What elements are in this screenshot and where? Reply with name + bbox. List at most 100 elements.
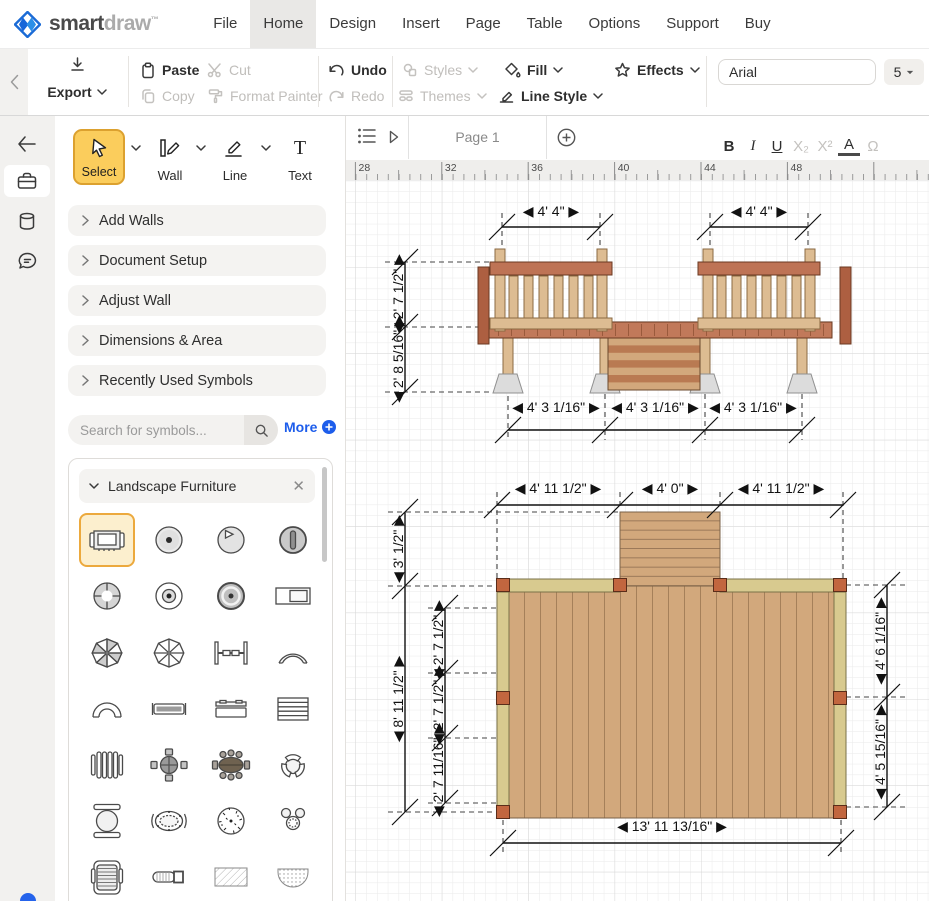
rail-data-button[interactable] — [4, 205, 50, 237]
symbol-oval-table-plants[interactable] — [141, 794, 197, 848]
symbol-search-button[interactable] — [244, 415, 278, 445]
line-tool-button[interactable]: Line — [212, 137, 258, 183]
dim-label[interactable]: ◀ 4' 4" ▶ — [731, 203, 788, 219]
fill-button[interactable]: Fill — [504, 59, 563, 81]
symbol-semicircle-bench[interactable] — [79, 682, 135, 736]
back-button[interactable] — [4, 128, 50, 160]
redo-button[interactable]: Redo — [328, 85, 384, 107]
play-page-icon[interactable] — [389, 130, 399, 144]
symbol-porch-swing-frame[interactable] — [203, 626, 259, 680]
dim-label[interactable]: ◀ 4' 3 1/16" ▶ — [611, 399, 699, 415]
library-header[interactable]: Landscape Furniture ✕ — [79, 469, 315, 503]
themes-button[interactable]: Themes — [398, 85, 487, 107]
menu-table[interactable]: Table — [514, 0, 576, 48]
symbol-picnic-table-side[interactable] — [203, 682, 259, 736]
symbol-petal-chair-set[interactable] — [265, 738, 321, 792]
symbol-table-cluster[interactable] — [265, 794, 321, 848]
symbol-gravel-pad-semicircle[interactable] — [265, 850, 321, 901]
wall-tool-chevron-icon[interactable] — [196, 145, 206, 151]
styles-button[interactable]: Styles — [402, 59, 478, 81]
dim-label[interactable]: ◀ 2' 7 11/16" ▶ — [430, 723, 446, 818]
symbol-gravel-pad-rect[interactable] — [203, 850, 259, 901]
dim-label[interactable]: ◀ 4' 3 1/16" ▶ — [512, 399, 600, 415]
dim-label[interactable]: ◀ 13' 11 13/16" ▶ — [617, 818, 727, 834]
line-style-button[interactable]: Line Style — [498, 85, 603, 107]
symbol-vertical-slat-bench[interactable] — [79, 738, 135, 792]
text-tool-button[interactable]: T Text — [277, 137, 323, 183]
font-size-select[interactable]: 5 — [884, 59, 924, 85]
superscript-button[interactable]: X² — [814, 136, 836, 156]
page-list-icon[interactable] — [357, 127, 377, 145]
symbol-planting-table[interactable] — [203, 794, 259, 848]
dim-label[interactable]: ◀ 4' 3 1/16" ▶ — [709, 399, 797, 415]
paste-button[interactable]: Paste — [140, 59, 199, 81]
accordion-adjust-wall[interactable]: Adjust Wall — [68, 285, 326, 316]
subscript-button[interactable]: X₂ — [790, 136, 812, 156]
dim-label[interactable]: ◀ 4' 0" ▶ — [642, 480, 699, 496]
symbol-table-four-chairs[interactable] — [141, 738, 197, 792]
dim-label[interactable]: ◀ 4' 5 15/16" ▶ — [872, 704, 888, 800]
dim-label[interactable]: ◀ 4' 6 1/16" ▶ — [872, 597, 888, 685]
undo-button[interactable]: Undo — [328, 59, 387, 81]
bold-button[interactable]: B — [718, 136, 740, 156]
symbol-round-table-dark[interactable] — [265, 513, 321, 567]
menu-options[interactable]: Options — [576, 0, 654, 48]
menu-support[interactable]: Support — [653, 0, 732, 48]
symbol-curved-bench[interactable] — [265, 626, 321, 680]
symbol-table-six-chairs[interactable] — [203, 738, 259, 792]
symbol-omega-button[interactable]: Ω — [862, 136, 884, 156]
add-page-icon[interactable] — [557, 128, 576, 147]
accordion-add-walls[interactable]: Add Walls — [68, 205, 326, 236]
cut-button[interactable]: Cut — [207, 59, 251, 81]
library-scrollbar[interactable] — [322, 467, 327, 562]
symbol-search-input[interactable] — [68, 415, 244, 445]
symbol-fire-table[interactable] — [203, 569, 259, 623]
menu-insert[interactable]: Insert — [389, 0, 453, 48]
symbol-storage-box[interactable] — [265, 569, 321, 623]
library-close-icon[interactable]: ✕ — [292, 477, 305, 495]
dim-label[interactable]: ◀ 4' 11 1/2" ▶ — [738, 480, 825, 496]
rail-tools-button[interactable] — [4, 165, 50, 197]
dim-label[interactable]: ◀ 4' 11 1/2" ▶ — [515, 480, 602, 496]
symbol-slatted-lounger[interactable] — [265, 682, 321, 736]
symbol-round-firepit-quartered[interactable] — [79, 569, 135, 623]
symbol-chaise-lounge[interactable] — [79, 850, 135, 901]
symbol-round-table-two-benches[interactable] — [79, 794, 135, 848]
format-painter-button[interactable]: Format Painter — [207, 85, 323, 107]
underline-button[interactable]: U — [766, 136, 788, 156]
symbol-park-bench[interactable] — [141, 682, 197, 736]
accordion-recently-used-symbols[interactable]: Recently Used Symbols — [68, 365, 326, 396]
effects-button[interactable]: Effects — [614, 59, 700, 81]
select-tool-button[interactable]: Select — [73, 129, 125, 185]
drawing-surface[interactable]: ◀ 4' 4" ▶ ◀ 4' 4" ▶ ◀ 2' 7 1/2" ▶ ◀ 2' 8… — [345, 180, 929, 901]
line-tool-chevron-icon[interactable] — [261, 145, 271, 151]
menu-design[interactable]: Design — [316, 0, 389, 48]
italic-button[interactable]: I — [742, 136, 764, 156]
menu-file[interactable]: File — [200, 0, 250, 48]
dim-label[interactable]: ◀ 3' 1/2" ▶ — [390, 515, 406, 583]
copy-button[interactable]: Copy — [140, 85, 195, 107]
symbol-garden-bench[interactable] — [79, 513, 135, 567]
symbol-garden-cart[interactable] — [141, 850, 197, 901]
app-logo[interactable]: smartdraw™ — [14, 11, 158, 38]
symbol-round-table[interactable] — [141, 513, 197, 567]
menu-buy[interactable]: Buy — [732, 0, 784, 48]
dim-label[interactable]: ◀ 8' 11 1/2" ▶ — [390, 656, 406, 743]
more-symbols-button[interactable]: More — [284, 419, 336, 435]
wall-tool-button[interactable]: Wall — [147, 137, 193, 183]
select-tool-chevron-icon[interactable] — [131, 145, 141, 151]
accordion-document-setup[interactable]: Document Setup — [68, 245, 326, 276]
dim-label[interactable]: ◀ 2' 8 5/16" ▶ — [390, 315, 406, 403]
symbol-round-table-seat[interactable] — [203, 513, 259, 567]
page-tab[interactable]: Page 1 — [408, 115, 547, 159]
symbol-patio-umbrella[interactable] — [141, 626, 197, 680]
menu-page[interactable]: Page — [453, 0, 514, 48]
menu-home[interactable]: Home — [250, 0, 316, 48]
collapse-toolbar-button[interactable] — [0, 48, 28, 115]
export-button[interactable]: Export — [36, 56, 118, 102]
symbol-patio-umbrella-shaded[interactable] — [79, 626, 135, 680]
dim-label[interactable]: ◀ 4' 4" ▶ — [523, 203, 580, 219]
symbol-firepit-ring[interactable] — [141, 569, 197, 623]
rail-comments-button[interactable] — [4, 245, 50, 277]
font-family-input[interactable] — [718, 59, 876, 85]
